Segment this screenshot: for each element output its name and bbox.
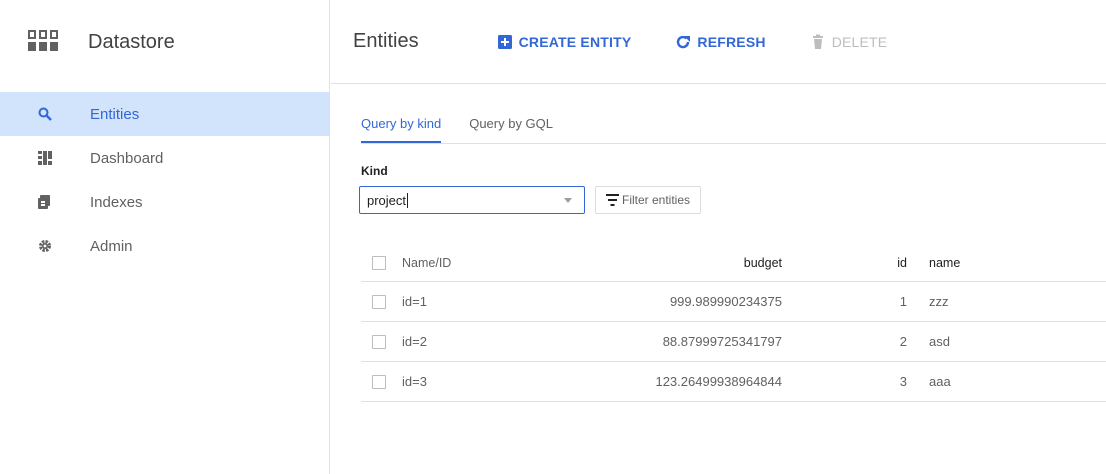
query-tabs: Query by kind Query by GQL — [361, 110, 581, 143]
cell-name: aaa — [929, 374, 951, 389]
tabs-divider — [361, 143, 1106, 144]
delete-label: DELETE — [831, 33, 888, 50]
table-row: id=3 123.26499938964844 3 aaa — [361, 362, 1106, 402]
sidebar-item-label: Admin — [90, 237, 133, 255]
row-checkbox[interactable] — [372, 334, 386, 349]
create-entity-label: CREATE ENTITY — [518, 33, 632, 50]
sidebar-item-entities[interactable]: Entities — [0, 92, 329, 136]
sidebar-item-dashboard[interactable]: Dashboard — [0, 136, 329, 180]
cell-id: 3 — [899, 374, 907, 389]
filter-icon — [606, 194, 619, 206]
sidebar: Datastore Entities Dashboard Indexes Adm… — [0, 0, 330, 474]
trash-icon — [812, 34, 823, 49]
cell-budget: 999.989990234375 — [669, 294, 782, 309]
indexes-icon — [38, 195, 52, 209]
dashboard-icon — [38, 151, 52, 165]
page-title: Entities — [353, 30, 419, 52]
cell-id: 1 — [899, 294, 907, 309]
kind-input[interactable]: project — [359, 186, 585, 214]
top-toolbar: Entities CREATE ENTITY REFRESH DELETE — [331, 0, 1106, 84]
refresh-icon — [677, 35, 691, 48]
plus-box-icon — [497, 34, 512, 49]
search-icon — [38, 107, 52, 121]
cell-budget: 88.87999725341797 — [662, 334, 782, 349]
kind-value: project — [367, 192, 407, 208]
dropdown-arrow-icon[interactable] — [564, 198, 572, 203]
sidebar-nav: Entities Dashboard Indexes Admin — [0, 92, 329, 268]
product-title: Datastore — [88, 30, 175, 53]
delete-button[interactable]: DELETE — [810, 34, 888, 50]
filter-entities-button[interactable]: Filter entities — [595, 186, 702, 214]
row-checkbox[interactable] — [372, 374, 386, 389]
cell-name-id[interactable]: id=2 — [402, 334, 502, 349]
kind-label: Kind — [361, 164, 388, 178]
text-cursor — [407, 192, 409, 208]
table-row: id=2 88.87999725341797 2 asd — [361, 322, 1106, 362]
cell-id: 2 — [899, 334, 907, 349]
gear-icon — [38, 239, 52, 253]
sidebar-item-label: Dashboard — [90, 149, 164, 167]
main-content: Entities CREATE ENTITY REFRESH DELETE Qu… — [331, 0, 1106, 474]
refresh-button[interactable]: REFRESH — [675, 34, 765, 50]
tab-query-by-kind[interactable]: Query by kind — [361, 110, 442, 143]
sidebar-item-label: Indexes — [90, 193, 143, 211]
column-header-id[interactable]: id — [782, 256, 907, 270]
column-header-name[interactable]: name — [907, 256, 1027, 270]
row-checkbox[interactable] — [372, 294, 386, 309]
select-all-checkbox[interactable] — [372, 255, 386, 270]
table-row: id=1 999.989990234375 1 zzz — [361, 282, 1106, 322]
sidebar-header: Datastore — [0, 0, 329, 84]
filter-label: Filter entities — [622, 193, 691, 207]
table-header-row: Name/ID budget id name — [361, 244, 1106, 282]
refresh-label: REFRESH — [697, 33, 766, 50]
create-entity-button[interactable]: CREATE ENTITY — [497, 34, 632, 50]
cell-budget: 123.26499938964844 — [655, 374, 782, 389]
column-header-budget[interactable]: budget — [502, 256, 782, 270]
cell-name-id[interactable]: id=1 — [402, 294, 502, 309]
cell-name: asd — [929, 334, 950, 349]
sidebar-item-admin[interactable]: Admin — [0, 224, 329, 268]
cell-name: zzz — [929, 294, 949, 309]
sidebar-item-label: Entities — [90, 105, 140, 123]
datastore-logo-icon — [28, 30, 58, 54]
sidebar-item-indexes[interactable]: Indexes — [0, 180, 329, 224]
tab-query-by-gql[interactable]: Query by GQL — [469, 110, 553, 143]
entities-table: Name/ID budget id name id=1 999.98999023… — [361, 244, 1106, 402]
cell-name-id[interactable]: id=3 — [402, 374, 502, 389]
column-header-name-id[interactable]: Name/ID — [402, 256, 502, 270]
